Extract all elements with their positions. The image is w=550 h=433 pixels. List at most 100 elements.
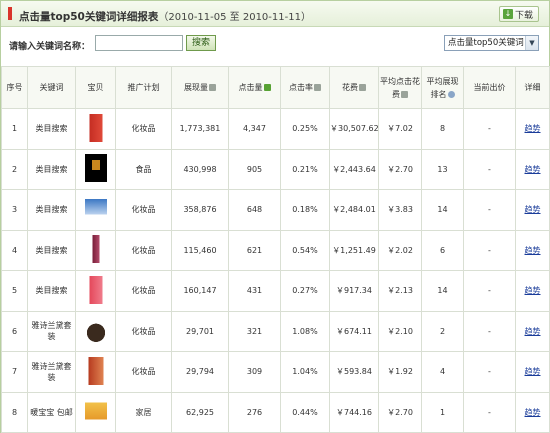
cell-clicks: 621 [228,229,281,271]
cell-keyword: 类目搜索 [27,229,76,271]
product-thumbnail[interactable] [84,235,107,264]
cell-item [75,391,116,433]
help-icon[interactable] [447,90,455,98]
download-label: 下载 [514,10,533,21]
trend-link[interactable]: 趋势 [525,327,541,336]
cell-keyword: 类目搜索 [27,108,76,150]
sort-down-icon[interactable] [263,84,271,91]
product-thumbnail[interactable] [84,154,107,183]
trend-link[interactable]: 趋势 [525,286,541,295]
col-header-item: 宝贝 [75,66,116,109]
cell-keyword: 类目搜索 [27,189,76,231]
cell-impressions: 358,876 [171,189,229,231]
report-titlebar: 点击量top50关键词详细报表（2010-11-05 至 2010-11-11）… [1,1,549,27]
cell-keyword: 雅诗兰黛套装 [27,310,76,352]
cell-detail: 趋势 [515,148,550,190]
trend-link[interactable]: 趋势 [525,367,541,376]
cell-plan: 化妆品 [115,108,172,150]
col-header-impressions[interactable]: 展现量 [171,66,229,109]
cell-ctr: 1.08% [280,310,330,352]
col-header-rank[interactable]: 平均展现排名 [421,66,464,109]
trend-link[interactable]: 趋势 [525,205,541,214]
cell-no: 4 [1,229,28,271]
col-header-cost[interactable]: 花费 [329,66,379,109]
cell-ctr: 0.44% [280,391,330,433]
cell-no: 8 [1,391,28,433]
cell-plan: 化妆品 [115,189,172,231]
table-row: 2 类目搜索 食品 430,998 905 0.21% ￥2,443.64 ￥2… [1,148,550,190]
cell-clicks: 276 [228,391,281,433]
trend-link[interactable]: 趋势 [525,246,541,255]
cell-detail: 趋势 [515,351,550,393]
cell-cost: ￥593.84 [329,351,379,393]
cell-item [75,189,116,231]
cell-rank: 6 [421,229,464,271]
sort-icon[interactable] [401,90,408,98]
cell-rank: 14 [421,189,464,231]
cell-bid: - [463,391,516,433]
chevron-down-icon: ▼ [525,36,538,50]
cell-cpc: ￥2.13 [378,270,422,312]
report-type-value: 点击量top50关键词 [448,38,524,48]
cell-clicks: 309 [228,351,281,393]
table-header-row: 序号 关键词 宝贝 推广计划 展现量 点击量 点击率 花费 平均点击花费 平均展… [1,66,550,109]
report-date-range: （2010-11-05 至 2010-11-11） [158,12,311,23]
cell-no: 2 [1,148,28,190]
cell-cost: ￥1,251.49 [329,229,379,271]
cell-plan: 化妆品 [115,351,172,393]
cell-plan: 化妆品 [115,310,172,352]
trend-link[interactable]: 趋势 [525,124,541,133]
product-thumbnail[interactable] [84,113,107,142]
cell-rank: 2 [421,310,464,352]
product-thumbnail[interactable] [84,316,107,345]
product-thumbnail[interactable] [84,356,107,385]
cell-ctr: 0.21% [280,148,330,190]
cell-no: 1 [1,108,28,150]
download-button[interactable]: ↓ 下载 [498,6,539,22]
cell-item [75,310,116,352]
product-thumbnail[interactable] [84,397,107,426]
col-header-detail: 详细 [515,66,550,109]
table-row: 8 暖宝宝 包邮 家居 62,925 276 0.44% ￥744.16 ￥2.… [1,391,550,433]
download-icon: ↓ [502,9,513,19]
cell-ctr: 0.18% [280,189,330,231]
cell-detail: 趋势 [515,270,550,312]
cell-ctr: 0.54% [280,229,330,271]
trend-link[interactable]: 趋势 [525,165,541,174]
sort-icon[interactable] [314,84,321,91]
cell-impressions: 62,925 [171,391,229,433]
report-type-select[interactable]: 点击量top50关键词 ▼ [444,35,539,51]
keyword-search-input[interactable] [95,35,183,51]
cell-cost: ￥744.16 [329,391,379,433]
cell-ctr: 1.04% [280,351,330,393]
table-row: 7 雅诗兰黛套装 化妆品 29,794 309 1.04% ￥593.84 ￥1… [1,351,550,393]
col-header-cpc[interactable]: 平均点击花费 [378,66,422,109]
title-marker-icon [8,7,12,20]
cell-impressions: 1,773,381 [171,108,229,150]
cell-impressions: 29,794 [171,351,229,393]
table-row: 1 类目搜索 化妆品 1,773,381 4,347 0.25% ￥30,507… [1,108,550,150]
product-thumbnail[interactable] [84,275,107,304]
sort-icon[interactable] [209,84,216,91]
cell-clicks: 431 [228,270,281,312]
product-thumbnail[interactable] [84,194,107,223]
sort-icon[interactable] [359,84,366,91]
col-header-bid: 当前出价 [463,66,516,109]
cell-rank: 8 [421,108,464,150]
cell-impressions: 160,147 [171,270,229,312]
col-header-ctr[interactable]: 点击率 [280,66,330,109]
cell-no: 6 [1,310,28,352]
cell-item [75,351,116,393]
report-title-text: 点击量top50关键词详细报表 [19,11,159,23]
cell-cpc: ￥2.70 [378,148,422,190]
cell-no: 5 [1,270,28,312]
cell-detail: 趋势 [515,229,550,271]
cell-detail: 趋势 [515,391,550,433]
cell-bid: - [463,229,516,271]
cell-clicks: 4,347 [228,108,281,150]
trend-link[interactable]: 趋势 [525,408,541,417]
search-button[interactable]: 搜索 [186,35,216,51]
cell-clicks: 648 [228,189,281,231]
cell-bid: - [463,270,516,312]
col-header-clicks[interactable]: 点击量 [228,66,281,109]
